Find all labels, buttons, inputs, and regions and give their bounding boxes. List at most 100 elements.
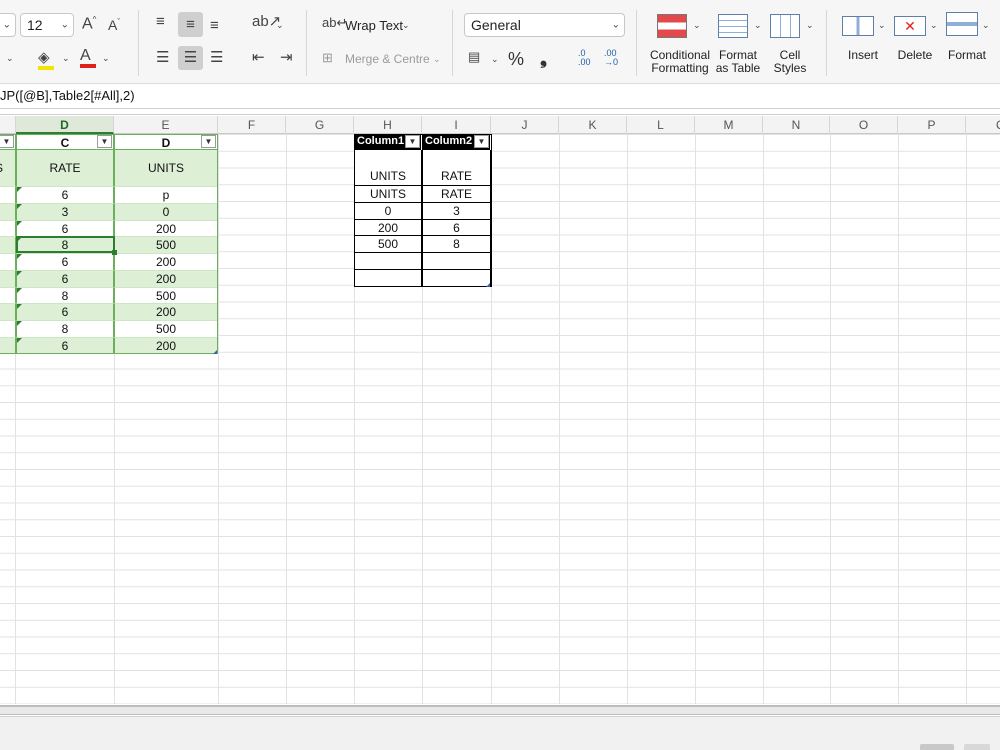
chevron-down-icon[interactable]: ⌄ [6, 53, 14, 64]
table-row-cell[interactable]: 6 [16, 253, 114, 270]
chevron-down-icon[interactable]: ⌄ [982, 20, 990, 31]
decrease-indent-icon[interactable]: ⇤ [252, 50, 265, 65]
table-row-cell[interactable] [0, 336, 16, 354]
table-row-cell[interactable] [0, 186, 16, 203]
column-header-partial[interactable] [0, 116, 16, 134]
table1-label-cell[interactable]: S [0, 150, 16, 186]
chevron-down-icon[interactable]: ⌄ [693, 20, 701, 31]
formula-text[interactable]: JP([@B],Table2[#All],2) [0, 88, 135, 103]
horizontal-scrollbar[interactable] [0, 705, 1000, 715]
chevron-down-icon[interactable]: ⌄ [930, 20, 938, 31]
conditional-formatting-label[interactable]: Conditional Formatting [648, 49, 712, 75]
cell-styles-label[interactable]: Cell Styles [766, 49, 814, 75]
resize-handle-icon[interactable] [486, 282, 490, 287]
table-row-cell[interactable]: RATE [422, 150, 491, 186]
column-header-o[interactable]: O [830, 116, 898, 134]
format-button[interactable]: Format [944, 49, 990, 62]
column-header-f[interactable]: F [218, 116, 286, 134]
chevron-down-icon[interactable]: ⌄ [62, 53, 70, 64]
table-row-cell[interactable]: 0 [354, 202, 422, 220]
table-row-cell[interactable]: UNITS [354, 150, 422, 186]
table1-label-cell[interactable]: RATE [16, 150, 114, 186]
table-row-cell[interactable]: 500 [114, 236, 218, 253]
chevron-down-icon[interactable]: ⌄ [102, 53, 110, 64]
table-row-cell[interactable]: 8 [16, 320, 114, 337]
decrease-font-size-icon[interactable]: Aˇ [108, 18, 120, 32]
table-row-cell[interactable]: 500 [354, 236, 422, 253]
table1-label-cell[interactable]: UNITS [114, 150, 218, 186]
column-header-m[interactable]: M [695, 116, 763, 134]
table-row-cell[interactable] [0, 253, 16, 270]
cell-styles-icon[interactable] [770, 14, 800, 38]
table-row-cell[interactable]: 6 [16, 269, 114, 287]
cell-grid[interactable]: ▼C▼D▼SRATEUNITS6p30620085006200620085006… [0, 134, 1000, 704]
align-right-icon[interactable]: ☰ [210, 50, 223, 65]
comma-style-button[interactable]: ❟ [540, 48, 547, 69]
table-row-cell[interactable]: 200 [114, 269, 218, 287]
column-header-g[interactable]: G [286, 116, 354, 134]
format-as-table-label[interactable]: Format as Table [714, 49, 762, 75]
table-row-cell[interactable]: p [114, 186, 218, 203]
table-row-cell[interactable]: 0 [114, 202, 218, 220]
filter-dropdown-icon[interactable]: ▼ [201, 135, 216, 148]
insert-button[interactable]: Insert [840, 49, 886, 62]
table-row-cell[interactable]: 6 [16, 336, 114, 354]
table-row-cell[interactable] [0, 269, 16, 287]
table-row-cell[interactable] [354, 253, 422, 270]
table-row-cell[interactable]: 6 [16, 186, 114, 203]
column-header-n[interactable]: N [763, 116, 830, 134]
table-row-cell[interactable]: 3 [16, 202, 114, 220]
align-center-icon[interactable]: ☰ [178, 46, 203, 70]
selected-cell-outline[interactable] [16, 236, 115, 253]
delete-cells-icon[interactable]: ✕ [894, 16, 926, 36]
table-row-cell[interactable]: 8 [16, 286, 114, 304]
table-row-cell[interactable] [0, 286, 16, 304]
delete-button[interactable]: Delete [892, 49, 938, 62]
table-row-cell[interactable]: RATE [422, 186, 491, 203]
increase-decimal-button[interactable]: .0 .00 [578, 49, 591, 67]
table-row-cell[interactable]: 500 [114, 320, 218, 337]
chevron-down-icon[interactable]: ⌄ [806, 20, 814, 31]
increase-indent-icon[interactable]: ⇥ [280, 50, 293, 65]
normal-view-icon[interactable] [920, 744, 954, 750]
column-header-e[interactable]: E [114, 116, 218, 134]
page-layout-view-icon[interactable] [964, 744, 990, 750]
table-row-cell[interactable]: 6 [16, 303, 114, 320]
column-header-j[interactable]: J [491, 116, 559, 134]
table-row-cell[interactable]: 3 [422, 202, 491, 220]
font-size-dropdown[interactable]: 12 ⌄ [20, 13, 74, 37]
column-header-p[interactable]: P [898, 116, 966, 134]
accounting-format-icon[interactable]: ▤ [468, 50, 480, 63]
format-as-table-icon[interactable] [718, 14, 748, 38]
column-header-l[interactable]: L [627, 116, 695, 134]
font-name-dropdown[interactable]: ⌄ [0, 13, 16, 37]
table-row-cell[interactable] [354, 269, 422, 287]
chevron-down-icon[interactable]: ⌄ [754, 20, 762, 31]
table-row-cell[interactable]: 200 [114, 303, 218, 320]
align-bottom-icon[interactable]: ≡ [210, 18, 219, 33]
decrease-decimal-button[interactable]: .00 →0 [604, 49, 618, 67]
chevron-down-icon[interactable]: ⌄ [491, 54, 499, 65]
chevron-down-icon[interactable]: ⌄ [402, 20, 410, 31]
wrap-text-icon[interactable]: ab↵ [322, 16, 347, 29]
table-row-cell[interactable]: 200 [354, 219, 422, 237]
filter-dropdown-icon[interactable]: ▼ [97, 135, 112, 148]
table-row-cell[interactable] [422, 253, 491, 270]
fill-color-icon[interactable]: ◈ [38, 50, 54, 70]
formula-bar[interactable]: JP([@B],Table2[#All],2) [0, 84, 1000, 109]
table-row-cell[interactable] [0, 236, 16, 253]
table-row-cell[interactable]: 8 [422, 236, 491, 253]
table-row-cell[interactable]: 200 [114, 336, 218, 354]
resize-handle-icon[interactable] [213, 349, 217, 354]
percent-style-button[interactable]: % [508, 49, 524, 70]
chevron-down-icon[interactable]: ⌄ [878, 20, 886, 31]
column-header-k[interactable]: K [559, 116, 627, 134]
column-header-q[interactable]: Q [966, 116, 1000, 134]
increase-font-size-icon[interactable]: A^ [82, 16, 96, 32]
filter-dropdown-icon[interactable]: ▼ [405, 135, 420, 148]
align-left-icon[interactable]: ☰ [156, 50, 169, 65]
number-format-dropdown[interactable]: General ⌄ [464, 13, 625, 37]
filter-dropdown-icon[interactable]: ▼ [0, 135, 14, 148]
table-row-cell[interactable]: 6 [422, 219, 491, 237]
format-cells-icon[interactable] [946, 12, 978, 36]
